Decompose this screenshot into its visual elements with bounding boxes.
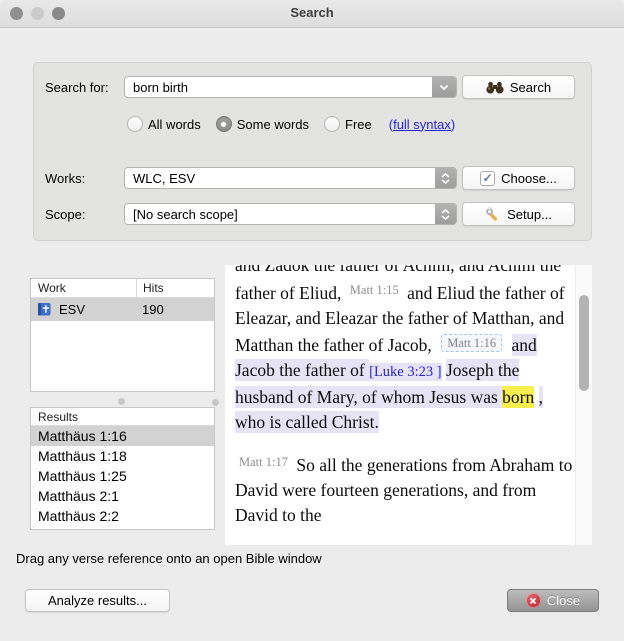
results-list-item[interactable]: Matthäus 1:16 [31, 426, 214, 446]
works-popup[interactable]: WLC, ESV [124, 167, 457, 189]
hits-column-header[interactable]: Hits [136, 279, 214, 297]
full-syntax-link[interactable]: full syntax [393, 117, 451, 132]
cross-reference-link[interactable]: [Luke 3:23 ] [369, 363, 441, 381]
wrench-icon [485, 207, 501, 222]
setup-button[interactable]: Setup... [462, 202, 575, 226]
binoculars-icon [486, 81, 504, 94]
red-x-badge-icon [526, 593, 541, 608]
popup-stepper-icon [435, 204, 456, 224]
table-row[interactable]: ESV 190 [31, 298, 214, 321]
setup-button-label: Setup... [507, 207, 552, 222]
verse-ref[interactable]: Matt 1:15 [350, 283, 399, 297]
search-hit-text: born [502, 386, 534, 408]
analyze-results-label: Analyze results... [48, 593, 147, 608]
search-for-combobox[interactable] [124, 76, 457, 98]
search-input[interactable] [125, 77, 432, 97]
verse-text: and Zadok the father of Achim, and Achim… [235, 265, 573, 528]
verse-paragraph: Matt 1:17 So all the generations from Ab… [235, 450, 573, 528]
word-mode-radio-group: All words Some words Free (full syntax) [127, 116, 455, 132]
results-list-item[interactable]: Matthäus 1:25 [31, 466, 214, 486]
close-button-label: Close [547, 593, 580, 608]
window-title: Search [0, 5, 624, 20]
choose-button[interactable]: ✓ Choose... [462, 166, 575, 190]
search-for-label: Search for: [45, 80, 109, 95]
works-value: WLC, ESV [125, 169, 435, 187]
splitter-handle[interactable] [118, 398, 125, 405]
search-dialog: Search Search for: Search [0, 0, 624, 641]
splitter-handle[interactable] [212, 399, 219, 406]
scope-popup[interactable]: [No search scope] [124, 203, 457, 225]
verse-text-pane[interactable]: and Zadok the father of Achim, and Achim… [225, 265, 592, 545]
verse-ref[interactable]: Matt 1:17 [239, 455, 288, 469]
search-button-label: Search [510, 80, 551, 95]
full-syntax-wrap: (full syntax) [389, 117, 456, 132]
radio-all-words[interactable]: All words [127, 116, 201, 132]
results-list-header: Results [31, 408, 214, 426]
search-button[interactable]: Search [462, 75, 575, 99]
title-bar: Search [0, 0, 624, 28]
scrollbar-thumb[interactable] [579, 295, 589, 391]
scope-value: [No search scope] [125, 205, 435, 223]
bible-book-icon [37, 302, 53, 317]
drag-hint-text: Drag any verse reference onto an open Bi… [16, 551, 322, 566]
works-label: Works: [45, 171, 85, 186]
results-list: Results Matthäus 1:16 Matthäus 1:18 Matt… [30, 407, 215, 530]
radio-circle-icon [324, 116, 340, 132]
verse-paragraph: and Zadok the father of Achim, and Achim… [235, 265, 573, 435]
radio-some-words[interactable]: Some words [216, 116, 309, 132]
analyze-results-button[interactable]: Analyze results... [25, 589, 170, 612]
work-table-header: Work Hits [31, 279, 214, 298]
work-hits-table: Work Hits ESV 190 [30, 278, 215, 392]
results-list-item[interactable]: Matthäus 2:2 [31, 506, 214, 526]
results-list-item[interactable]: Matthäus 1:18 [31, 446, 214, 466]
work-hits: 190 [136, 302, 214, 317]
radio-circle-selected-icon [216, 116, 232, 132]
results-list-item[interactable]: Matthäus 2:1 [31, 486, 214, 506]
scrollbar-track[interactable] [575, 265, 592, 545]
search-form-panel: Search for: Search All wor [33, 62, 592, 241]
chevron-down-icon [439, 84, 449, 91]
checkmark-icon: ✓ [480, 171, 495, 186]
close-button[interactable]: Close [507, 589, 599, 612]
scope-label: Scope: [45, 207, 85, 222]
combo-dropdown-button[interactable] [432, 77, 456, 97]
radio-circle-icon [127, 116, 143, 132]
verse-ref-selected[interactable]: Matt 1:16 [441, 334, 502, 352]
choose-button-label: Choose... [501, 171, 557, 186]
radio-free[interactable]: Free [324, 116, 372, 132]
work-name: ESV [53, 302, 136, 317]
results-list-item[interactable]: Matthäus 2:4 [31, 526, 214, 530]
work-column-header[interactable]: Work [31, 281, 136, 295]
popup-stepper-icon [435, 168, 456, 188]
